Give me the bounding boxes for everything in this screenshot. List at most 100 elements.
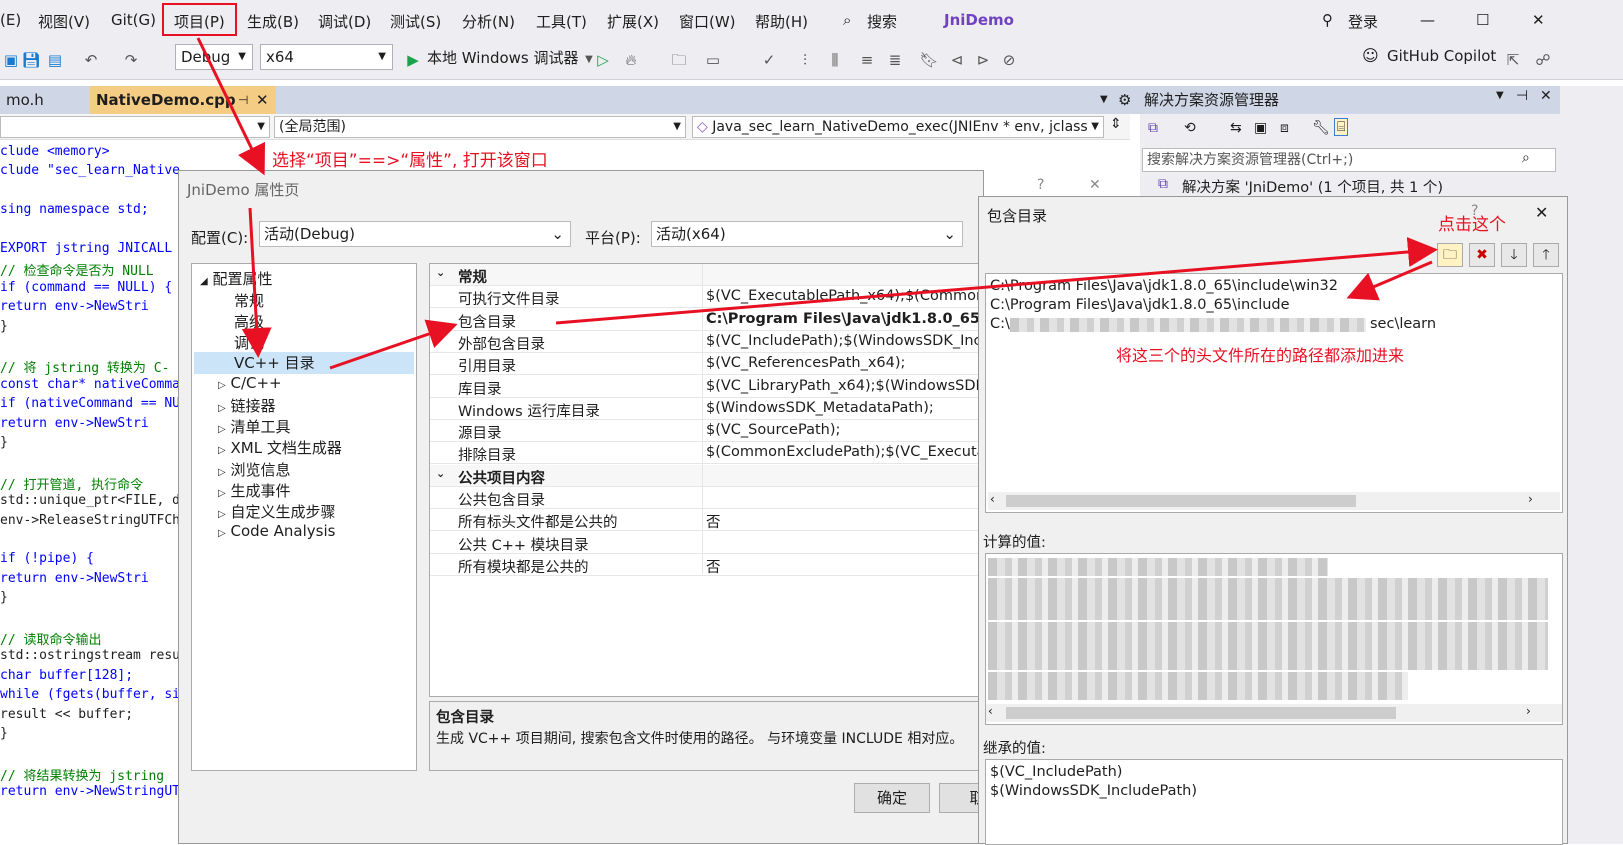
copilot-button[interactable]: GitHub Copilot: [1387, 47, 1496, 65]
code-editor[interactable]: clude <memory> clude "sec_learn_NativeDem…: [0, 140, 180, 844]
grid-row[interactable]: 公共包含目录: [430, 487, 988, 509]
move-down-button[interactable]: 🡓: [1501, 243, 1527, 267]
horizontal-scrollbar[interactable]: ‹ ›: [988, 492, 1560, 510]
grid-row[interactable]: Windows 运行库目录 $(WindowsSDK_MetadataPath);: [430, 398, 988, 420]
platform-select[interactable]: 活动(x64) ⌄: [651, 221, 963, 247]
save-icon[interactable]: 💾︎: [20, 48, 42, 72]
tree-item-c-cpp[interactable]: ▷ C/C++: [218, 374, 282, 392]
include-path-1[interactable]: C:\Program Files\Java\jdk1.8.0_65\includ…: [990, 278, 1338, 294]
bookmark-next-icon[interactable]: ⊳: [972, 48, 994, 72]
grid-row[interactable]: 源目录 $(VC_SourcePath);: [430, 420, 988, 443]
login-button[interactable]: 登录: [1348, 11, 1378, 32]
menu-help[interactable]: 帮助(H): [755, 11, 808, 32]
property-value[interactable]: $(WindowsSDK_MetadataPath);: [706, 400, 934, 416]
undo-icon[interactable]: ↶: [80, 48, 102, 72]
collapse-icon[interactable]: ▣: [1254, 120, 1267, 136]
column-divider[interactable]: [702, 264, 703, 574]
format-icon[interactable]: ⫼: [824, 48, 846, 72]
scrollbar-thumb[interactable]: [1006, 707, 1396, 719]
preview-icon[interactable]: ⌸: [1334, 118, 1349, 136]
menu-tools[interactable]: 工具(T): [536, 11, 587, 32]
new-line-button[interactable]: 🗀: [1437, 243, 1463, 267]
property-value[interactable]: $(VC_ExecutablePath_x64);$(CommonE: [706, 288, 988, 304]
platform-combo[interactable]: x64 ▼: [260, 44, 393, 70]
switch-view-icon[interactable]: ⧉: [1148, 120, 1158, 136]
menu-window[interactable]: 窗口(W): [679, 11, 736, 32]
menu-git[interactable]: Git(G): [111, 11, 156, 29]
scrollbar-thumb[interactable]: [1006, 495, 1356, 507]
menu-edit[interactable]: (E): [0, 11, 21, 29]
include-path-2[interactable]: C:\Program Files\Java\jdk1.8.0_65\includ…: [990, 297, 1290, 313]
collapse-icon[interactable]: ⌄: [436, 266, 445, 279]
scope-combo[interactable]: (全局范围) ▼: [274, 116, 686, 138]
uncomment-icon[interactable]: ≣: [884, 48, 906, 72]
close-icon[interactable]: ✕: [1089, 177, 1101, 193]
config-combo[interactable]: Debug ▼: [175, 44, 253, 70]
chevron-left-icon[interactable]: ‹: [990, 492, 995, 506]
solution-root[interactable]: 解决方案 'JniDemo' (1 个项目, 共 1 个): [1182, 176, 1443, 197]
property-value[interactable]: $(VC_ReferencesPath_x64);: [706, 355, 905, 371]
property-value[interactable]: $(VC_LibraryPath_x64);$(WindowsSDK_: [706, 378, 988, 394]
property-value[interactable]: $(CommonExcludePath);$(VC_Executab: [706, 444, 988, 460]
feedback-icon[interactable]: ☍: [1532, 48, 1554, 72]
collapse-icon[interactable]: ⌄: [436, 467, 445, 480]
maximize-icon[interactable]: ☐: [1476, 11, 1489, 29]
ok-button[interactable]: 确定: [854, 783, 930, 813]
delete-line-button[interactable]: ✖: [1469, 243, 1495, 267]
pin-icon[interactable]: ⊣: [1516, 88, 1528, 104]
folder-icon[interactable]: 🗀: [668, 48, 690, 72]
search-icon[interactable]: ⌕: [843, 11, 851, 29]
grid-row[interactable]: 所有标头文件都是公共的 否: [430, 509, 988, 532]
split-icon[interactable]: ⇕: [1110, 116, 1122, 132]
close-icon[interactable]: ✕: [1532, 11, 1545, 29]
grid-row[interactable]: 库目录 $(VC_LibraryPath_x64);$(WindowsSDK_: [430, 376, 988, 398]
grid-category[interactable]: ⌄ 常规: [430, 264, 988, 286]
start-without-debug-icon[interactable]: ▷: [592, 48, 614, 72]
properties-icon[interactable]: 🔧︎: [1312, 120, 1330, 136]
tree-item-browse-info[interactable]: ▷ 浏览信息: [218, 459, 291, 480]
menu-view[interactable]: 视图(V): [38, 11, 90, 32]
menu-extensions[interactable]: 扩展(X): [607, 11, 659, 32]
new-file-icon[interactable]: ▣: [0, 48, 22, 72]
show-all-icon[interactable]: ⧈: [1280, 120, 1289, 136]
hot-reload-icon[interactable]: 🔥︎: [620, 48, 642, 72]
menu-project[interactable]: 项目(P): [162, 3, 237, 36]
bookmark-clear-icon[interactable]: ⊘: [998, 48, 1020, 72]
tab-header[interactable]: mo.h: [0, 86, 88, 114]
menu-test[interactable]: 测试(S): [390, 11, 441, 32]
tree-item-custom-build[interactable]: ▷ 自定义生成步骤: [218, 501, 336, 522]
include-path-3[interactable]: C:\ sec\learn: [990, 316, 1436, 332]
spell-check-icon[interactable]: ✓: [758, 48, 780, 72]
menu-analyze[interactable]: 分析(N): [462, 11, 515, 32]
grid-row[interactable]: 所有模块都是公共的 否: [430, 554, 988, 577]
tree-item-linker[interactable]: ▷ 链接器: [218, 395, 276, 416]
chevron-right-icon[interactable]: ›: [1528, 492, 1533, 506]
layout-icon[interactable]: ▭: [702, 48, 724, 72]
grid-category[interactable]: ⌄ 公共项目内容: [430, 464, 988, 487]
config-select[interactable]: 活动(Debug) ⌄: [259, 221, 571, 247]
tab-active[interactable]: NativeDemo.cpp ⊣ ✕: [90, 86, 276, 114]
grid-row[interactable]: 排除目录 $(CommonExcludePath);$(VC_Executab: [430, 442, 988, 465]
tree-item-manifest-tool[interactable]: ▷ 清单工具: [218, 416, 291, 437]
search-button[interactable]: 搜索: [867, 11, 897, 32]
project-combo[interactable]: ▼: [0, 116, 270, 138]
run-debugger-button[interactable]: 本地 Windows 调试器: [427, 47, 579, 68]
grid-row[interactable]: 引用目录 $(VC_ReferencesPath_x64);: [430, 353, 988, 376]
play-icon[interactable]: ▶: [402, 48, 424, 72]
property-value[interactable]: 否: [706, 556, 721, 577]
minimize-icon[interactable]: —: [1420, 11, 1435, 29]
grid-row[interactable]: 公共 C++ 模块目录: [430, 532, 988, 554]
sync-icon[interactable]: ⇆: [1230, 120, 1242, 136]
tree-item-general[interactable]: 常规: [234, 290, 264, 311]
tree-item-build-events[interactable]: ▷ 生成事件: [218, 480, 291, 501]
chevron-right-icon[interactable]: ›: [1526, 704, 1531, 718]
move-up-button[interactable]: 🡑: [1533, 243, 1559, 267]
close-icon[interactable]: ✕: [1535, 203, 1548, 222]
tree-item-vc-directories[interactable]: VC++ 目录: [194, 352, 414, 374]
settings-icon[interactable]: ⚙: [1112, 86, 1137, 114]
include-paths-list[interactable]: C:\Program Files\Java\jdk1.8.0_65\includ…: [985, 273, 1563, 513]
share-icon[interactable]: ⇱: [1502, 48, 1524, 72]
property-value[interactable]: $(VC_SourcePath);: [706, 422, 840, 438]
grid-row[interactable]: 包含目录 C:\Program Files\Java\jdk1.8.0_65\in…: [430, 309, 988, 331]
tree-item-debugging[interactable]: 调试: [234, 332, 264, 353]
